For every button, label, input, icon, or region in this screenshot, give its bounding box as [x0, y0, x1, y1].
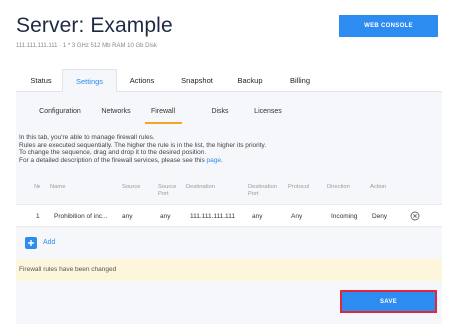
col-dest-port-l1: Destination — [248, 184, 278, 190]
settings-panel: Configuration Networks Firewall Disks Li… — [16, 92, 442, 324]
web-console-button[interactable]: WEB CONSOLE — [339, 15, 438, 37]
active-subtab-indicator — [145, 122, 182, 124]
table-row[interactable]: 1 Prohibition of inc... any any 111.111.… — [16, 204, 442, 227]
server-specs: 111.111.111.111 · 1 * 3 GHz 512 Mb RAM 1… — [16, 43, 157, 49]
row-action: Deny — [372, 213, 388, 220]
tab-billing[interactable]: Billing — [278, 69, 322, 92]
row-destination-port: any — [252, 213, 263, 220]
row-num: 1 — [36, 213, 40, 220]
col-num: № — [34, 184, 41, 190]
subtab-networks[interactable]: Networks — [101, 108, 130, 115]
row-direction: Incoming — [331, 213, 358, 220]
firewall-description: In this tab, you're able to manage firew… — [19, 134, 266, 165]
info-text: . — [221, 157, 223, 165]
col-protocol: Protocol — [288, 184, 310, 190]
row-destination: 111.111.111.111 — [190, 213, 235, 220]
col-dest-port-l2: Port — [248, 191, 259, 197]
notice-text: Firewall rules have been changed — [19, 266, 117, 273]
col-destination-port: Destination Port — [248, 184, 277, 198]
info-line: In this tab, you're able to manage firew… — [19, 134, 155, 141]
col-source-port: Source Port — [158, 184, 176, 198]
save-button[interactable]: SAVE — [340, 290, 437, 313]
tab-status[interactable]: Status — [16, 69, 66, 92]
col-source: Source — [122, 184, 141, 190]
tab-snapshot[interactable]: Snapshot — [172, 69, 222, 92]
col-source-port-l2: Port — [158, 191, 169, 197]
settings-sub-tabs: Configuration Networks Firewall Disks Li… — [16, 92, 442, 124]
tab-settings[interactable]: Settings — [62, 69, 117, 93]
col-direction: Direction — [327, 184, 350, 190]
col-name: Name — [50, 184, 66, 190]
main-tabs: Status Settings Actions Snapshot Backup … — [16, 69, 442, 93]
subtab-disks[interactable]: Disks — [211, 108, 228, 115]
plus-icon — [28, 240, 34, 246]
col-action: Action — [370, 184, 387, 190]
subtab-firewall[interactable]: Firewall — [151, 108, 175, 115]
info-text: For a detailed description of the firewa… — [19, 157, 205, 165]
remove-rule-icon[interactable] — [410, 211, 420, 221]
row-source-port: any — [160, 213, 171, 220]
add-rule-label[interactable]: Add — [43, 239, 55, 246]
page-title: Server: Example — [16, 14, 173, 37]
subtab-licenses[interactable]: Licenses — [254, 108, 282, 115]
subtab-configuration[interactable]: Configuration — [39, 108, 81, 115]
changes-notice: Firewall rules have been changed — [16, 259, 442, 281]
row-source: any — [122, 213, 133, 220]
col-destination: Destination — [186, 184, 216, 190]
info-line: Rules are executed sequentially. The hig… — [19, 141, 267, 149]
add-rule-button[interactable] — [25, 237, 37, 249]
tab-actions[interactable]: Actions — [119, 69, 165, 92]
info-line: For a detailed description of the firewa… — [19, 157, 266, 165]
row-protocol: Any — [291, 213, 303, 220]
row-name: Prohibition of inc... — [54, 213, 108, 220]
info-line: To change the sequence, drag and drop it… — [19, 149, 207, 157]
docs-page-link[interactable]: page — [207, 157, 221, 164]
tab-backup[interactable]: Backup — [228, 69, 272, 92]
col-source-port-l1: Source — [158, 184, 177, 190]
